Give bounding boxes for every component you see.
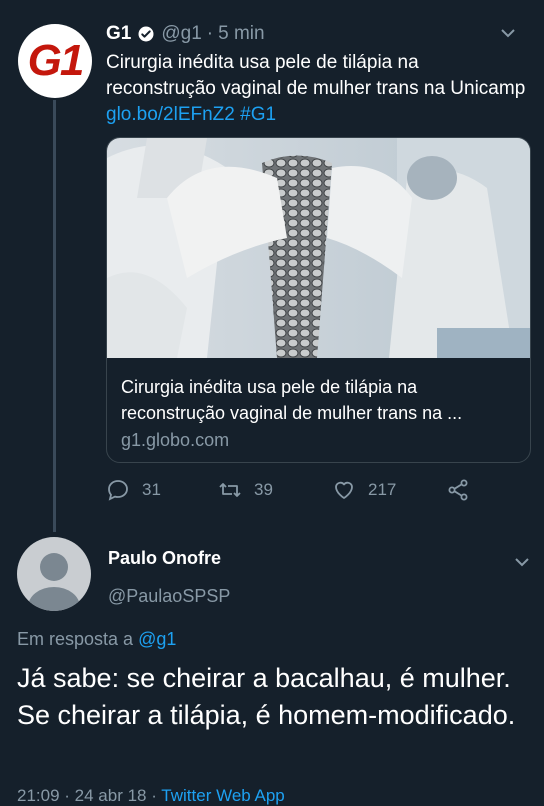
- card-domain: g1.globo.com: [121, 430, 230, 450]
- g1-avatar[interactable]: G1: [18, 24, 92, 98]
- default-avatar-icon[interactable]: [17, 537, 91, 611]
- tweet-body: Cirurgia inédita usa pele de tilápia na …: [106, 52, 526, 99]
- tweet-text: Cirurgia inédita usa pele de tilápia na …: [106, 50, 530, 128]
- verified-badge-icon: [138, 26, 154, 42]
- tweet-time[interactable]: 5 min: [218, 23, 264, 45]
- reply-action[interactable]: 31: [106, 478, 161, 502]
- author-name[interactable]: G1: [106, 23, 131, 45]
- reply-author-name[interactable]: Paulo Onofre: [108, 546, 528, 570]
- card-title: Cirurgia inédita usa pele de tilápia na …: [121, 377, 463, 423]
- thread-line: [53, 100, 56, 532]
- reply-count: 31: [142, 480, 161, 499]
- reply-header: Paulo Onofre @PaulaoSPSP: [108, 546, 528, 608]
- tweet-hashtag[interactable]: #G1: [240, 104, 276, 125]
- meta-separator: ·: [206, 23, 214, 44]
- retweet-action[interactable]: 39: [218, 478, 273, 502]
- reply-meta: 21:09 · 24 abr 18 · Twitter Web App: [17, 786, 285, 806]
- like-count: 217: [368, 480, 397, 499]
- tweet-header: G1 @g1 · 5 min: [106, 20, 530, 48]
- g1-logo: G1: [27, 36, 85, 85]
- reply-source[interactable]: Twitter Web App: [161, 786, 284, 805]
- tweet-main[interactable]: G1 @g1 · 5 min Cirurgia inédita usa pele…: [106, 20, 530, 128]
- reply-to-handle[interactable]: @g1: [138, 629, 176, 649]
- share-action[interactable]: [446, 478, 482, 502]
- reply-chevron-down-icon[interactable]: [514, 554, 530, 572]
- reply-context: Em resposta a @g1: [17, 629, 176, 650]
- reply-icon: [108, 480, 128, 501]
- reply-prefix: Em resposta a: [17, 629, 139, 649]
- card-image: [107, 138, 530, 358]
- retweet-icon: [219, 483, 241, 497]
- like-icon: [335, 481, 353, 499]
- avatar-silhouette: [28, 553, 80, 611]
- link-card[interactable]: Cirurgia inédita usa pele de tilápia na …: [106, 137, 531, 463]
- reply-timestamp[interactable]: 21:09 · 24 abr 18 ·: [17, 786, 161, 805]
- tweet-link[interactable]: glo.bo/2lEFnZ2: [106, 104, 235, 125]
- like-action[interactable]: 217: [332, 478, 396, 502]
- reply-text: Já sabe: se cheirar a bacalhau, é mulher…: [17, 663, 516, 730]
- retweet-count: 39: [254, 480, 273, 499]
- reply-author-handle[interactable]: @PaulaoSPSP: [108, 584, 528, 608]
- chevron-down-icon[interactable]: [500, 25, 516, 43]
- card-body: Cirurgia inédita usa pele de tilápia na …: [107, 358, 530, 453]
- share-icon: [448, 479, 468, 501]
- author-handle[interactable]: @g1: [161, 23, 201, 45]
- tweet-actions: 31 39 217: [106, 478, 526, 508]
